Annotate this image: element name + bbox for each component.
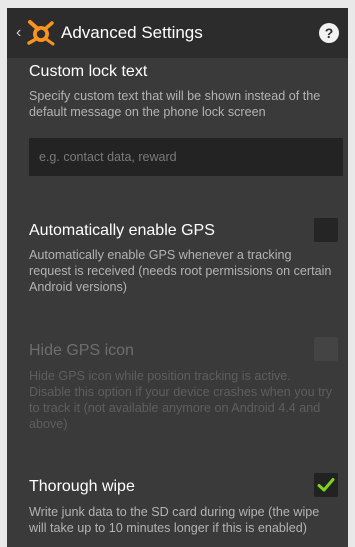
- setting-title: Hide GPS icon: [29, 342, 134, 359]
- auto-gps-checkbox[interactable]: [314, 218, 338, 242]
- setting-description: Automatically enable GPS whenever a trac…: [29, 248, 332, 294]
- page-title: Advanced Settings: [61, 23, 203, 42]
- avast-logo-icon[interactable]: [25, 18, 57, 48]
- back-chevron-icon[interactable]: ‹: [16, 23, 21, 43]
- action-bar: ‹ Advanced Settings ?: [7, 8, 348, 58]
- setting-title: Thorough wipe: [29, 478, 135, 495]
- setting-title: Custom lock text: [29, 63, 148, 80]
- custom-lock-text-input[interactable]: [29, 138, 343, 176]
- checkmark-icon: [317, 478, 335, 492]
- phone-screen: ‹ Advanced Settings ? Custom lock text S…: [7, 8, 348, 547]
- setting-description: Write junk data to the SD card during wi…: [29, 505, 320, 535]
- thorough-wipe-checkbox[interactable]: [314, 473, 338, 497]
- setting-description: Specify custom text that will be shown i…: [29, 89, 321, 119]
- hide-gps-icon-checkbox: [314, 337, 338, 361]
- setting-title: Automatically enable GPS: [29, 222, 215, 239]
- setting-description: Hide GPS icon while position tracking is…: [29, 369, 333, 431]
- help-icon[interactable]: ?: [319, 23, 339, 43]
